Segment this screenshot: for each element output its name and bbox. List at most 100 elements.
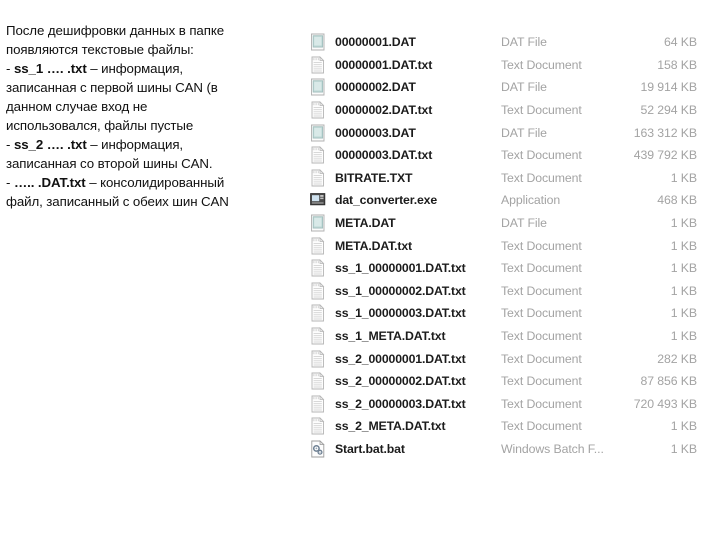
file-size: 720 493 KB [633,396,697,411]
file-name: 00000003.DAT.txt [335,148,433,163]
text-document-icon [310,146,326,164]
file-name: Start.bat.bat [335,441,405,456]
explanation-text: После дешифровки данных в папке [6,23,224,38]
file-type: Text Document [501,419,582,434]
file-type: Text Document [501,57,582,72]
file-type: Application [501,193,561,208]
file-row[interactable]: BITRATE.TXT Text Document 1 KB [310,167,702,190]
file-row[interactable]: ss_2_00000001.DAT.txt Text Document 282 KB [310,347,702,370]
file-name: ss_1_00000001.DAT.txt [335,261,466,276]
explanation-text: использовался, файлы пустые [6,118,194,133]
file-row[interactable]: 00000002.DAT DAT File 19 914 KB [310,76,702,99]
file-size: 1 KB [670,261,697,276]
file-name: ss_2_META.DAT.txt [335,419,446,434]
file-type: Text Document [501,148,582,163]
file-type: Windows Batch F... [501,441,604,456]
file-type: DAT File [501,216,547,231]
file-size: 64 KB [664,35,697,50]
file-size: 163 312 KB [633,125,697,140]
file-type: Text Document [501,329,582,344]
explanation-line: После дешифровки данных в папке появляютс… [6,21,306,78]
file-row[interactable]: 00000003.DAT DAT File 163 312 KB [310,121,702,144]
file-row[interactable]: ss_1_META.DAT.txt Text Document 1 KB [310,325,702,348]
file-size: 19 914 KB [640,80,697,95]
application-exe-icon [310,191,326,209]
dat-file-icon [310,78,326,96]
file-type: Text Document [501,351,582,366]
file-size: 87 856 KB [640,374,697,389]
explanation-line: После дешифровки данных в папке появляютс… [6,21,306,97]
explanation-line: После дешифровки данных в папке появляютс… [6,21,306,135]
file-size: 1 KB [670,216,697,231]
file-row[interactable]: ss_2_00000002.DAT.txt Text Document 87 856… [310,370,702,393]
file-size: 1 KB [670,329,697,344]
file-type: Text Document [501,103,582,118]
file-name: ss_2_00000002.DAT.txt [335,374,466,389]
file-type: DAT File [501,80,547,95]
text-document-icon [310,259,326,277]
explanation-text: – информация, [86,137,184,152]
file-name: ss_1_00000002.DAT.txt [335,283,466,298]
file-row[interactable]: ss_2_META.DAT.txt Text Document 1 KB [310,415,702,438]
file-size: 282 KB [657,351,697,366]
file-size: 1 KB [670,170,697,185]
explanation-text: данном случае вход не [6,99,148,114]
file-row[interactable]: Start.bat.bat Windows Batch F... 1 KB [310,438,702,461]
explanation-line: После дешифровки данных в папке появляютс… [6,21,306,173]
file-type: DAT File [501,35,547,50]
file-size: 1 KB [670,441,697,456]
dat-file-icon [310,124,326,142]
text-document-icon [310,281,326,300]
file-name: 00000002.DAT [335,80,416,95]
file-type: Text Document [501,283,582,298]
text-document-icon [310,56,326,74]
file-name: BITRATE.TXT [335,170,413,185]
explanation-text-block: После дешифровки данных в папке появляютс… [6,21,306,211]
file-name: 00000001.DAT.txt [335,57,433,72]
file-row[interactable]: ss_1_00000002.DAT.txt Text Document 1 KB [310,280,702,303]
file-name: ss_2_00000001.DAT.txt [335,351,466,366]
file-row[interactable]: ss_1_00000001.DAT.txt Text Document 1 KB [310,257,702,280]
text-document-icon [310,394,326,413]
file-name: 00000003.DAT [335,125,416,140]
file-row[interactable]: ss_2_00000003.DAT.txt Text Document 720 49… [310,393,702,416]
file-row[interactable]: 00000001.DAT.txt Text Document 158 KB [310,54,702,77]
text-document-icon [310,304,326,322]
file-size: 1 KB [670,306,697,321]
file-row[interactable]: META.DAT.txt Text Document 1 KB [310,234,702,257]
file-row[interactable]: 00000001.DAT DAT File 64 KB [310,31,702,54]
file-list: 00000001.DAT DAT File 64 KB 00000001.DAT.tx… [310,31,702,460]
explanation-text: файл, записанный с обеих шин CAN [6,194,229,209]
explanation-text: - [6,61,14,76]
file-size: 1 KB [670,283,697,298]
file-row[interactable]: 00000003.DAT.txt Text Document 439 792 KB [310,144,702,167]
text-document-icon [310,417,326,435]
explanation-line: После дешифровки данных в папке появляютс… [6,21,306,192]
explanation-line: После дешифровки данных в папке появляютс… [6,21,306,154]
file-type: DAT File [501,125,547,140]
file-size: 468 KB [657,193,697,208]
file-size: 1 KB [670,419,697,434]
explanation-emphasis: ss_1 …. .txt [13,61,87,76]
file-row[interactable]: dat_converter.exe Application 468 KB [310,189,702,212]
file-row[interactable]: META.DAT DAT File 1 KB [310,212,702,235]
file-name: ss_1_00000003.DAT.txt [335,306,466,321]
text-document-icon [310,101,326,119]
file-name: META.DAT.txt [335,238,412,253]
explanation-emphasis: ….. .DAT.txt [13,175,86,190]
file-type: Text Document [501,261,582,276]
explanation-emphasis: ss_2 …. .txt [13,137,87,152]
file-size: 1 KB [670,238,697,253]
file-type: Text Document [501,396,582,411]
file-name: dat_converter.exe [335,193,438,208]
dat-file-icon [310,214,326,232]
file-type: Text Document [501,238,582,253]
explanation-line: После дешифровки данных в папке появляютс… [6,21,306,211]
file-name: META.DAT [335,216,396,231]
file-type: Text Document [501,374,582,389]
explanation-line: После дешифровки данных в папке появляютс… [6,21,306,59]
file-size: 439 792 KB [633,148,697,163]
explanation-line: После дешифровки данных в папке появляютс… [6,21,306,116]
file-row[interactable]: ss_1_00000003.DAT.txt Text Document 1 KB [310,302,702,325]
file-row[interactable]: 00000002.DAT.txt Text Document 52 294 KB [310,99,702,122]
